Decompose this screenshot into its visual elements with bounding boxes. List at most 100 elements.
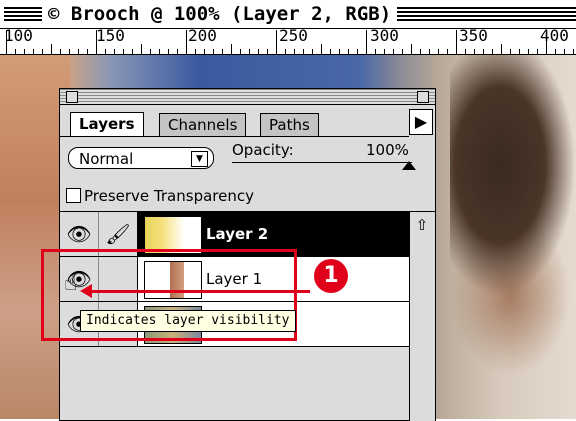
- ruler-tick: [411, 44, 412, 54]
- palette-menu-arrow-icon[interactable]: ▶: [409, 109, 433, 135]
- tab-paths[interactable]: Paths: [260, 113, 319, 136]
- ruler-tick: [159, 49, 160, 54]
- opacity-slider-thumb[interactable]: [402, 161, 416, 170]
- tab-channels[interactable]: Channels: [159, 113, 247, 136]
- ruler-tick: [33, 49, 34, 54]
- opacity-label: Opacity:: [232, 141, 294, 159]
- ruler-tick: [213, 49, 214, 54]
- annotation-arrow-line: [86, 290, 310, 293]
- ruler-tick: [528, 49, 529, 54]
- ruler-label: 250: [279, 29, 308, 45]
- ruler-tick: [294, 49, 295, 54]
- ruler-tick: [555, 49, 556, 54]
- ruler-tick: [132, 49, 133, 54]
- opacity-value: 100%: [366, 141, 409, 159]
- ruler-tick: [384, 49, 385, 54]
- tooltip: Indicates layer visibility: [80, 310, 296, 332]
- ruler-tick: [456, 30, 457, 54]
- ruler-tick: [15, 49, 16, 54]
- scroll-up-arrow-icon[interactable]: ⇧: [412, 216, 432, 234]
- ruler-tick: [483, 49, 484, 54]
- ruler-tick: [321, 44, 322, 54]
- close-box-icon[interactable]: [66, 91, 78, 103]
- ruler-tick: [150, 49, 151, 54]
- ruler-tick: [348, 49, 349, 54]
- ruler-tick: [492, 49, 493, 54]
- zoom-box-icon[interactable]: [417, 91, 429, 103]
- ruler-tick: [177, 49, 178, 54]
- annotation-arrow-head-icon: [80, 284, 92, 298]
- ruler-tick: [447, 49, 448, 54]
- opacity-slider-track[interactable]: [232, 162, 412, 163]
- ruler-label: 150: [96, 29, 125, 45]
- window-title: © Brooch @ 100% (Layer 2, RGB): [42, 1, 398, 27]
- ruler-label: 350: [459, 29, 488, 45]
- ruler-tick: [519, 49, 520, 54]
- ruler-tick: [312, 49, 313, 54]
- ruler-tick: [438, 49, 439, 54]
- ruler-tick: [249, 49, 250, 54]
- ruler-tick: [564, 49, 565, 54]
- ruler-tick: [474, 49, 475, 54]
- ruler-tick: [6, 30, 7, 54]
- ruler-tick: [303, 49, 304, 54]
- ruler-tick: [357, 49, 358, 54]
- ruler-tick: [114, 49, 115, 54]
- layers-scrollbar[interactable]: ⇧: [409, 212, 435, 421]
- pointing-hand-cursor-icon: ☝: [64, 271, 78, 296]
- ruler-tick: [231, 44, 232, 54]
- ruler-tick: [546, 30, 547, 54]
- ruler-tick: [222, 49, 223, 54]
- ruler-tick: [105, 49, 106, 54]
- chevron-down-icon: ▼: [191, 151, 208, 167]
- ruler-tick: [168, 49, 169, 54]
- ruler-tick: [420, 49, 421, 54]
- preserve-transparency-checkbox[interactable]: Preserve Transparency: [66, 187, 254, 205]
- ruler-tick: [402, 49, 403, 54]
- blend-mode-select[interactable]: Normal ▼: [68, 147, 214, 169]
- ruler-tick: [276, 30, 277, 54]
- ruler-tick: [465, 49, 466, 54]
- ruler-label: 400: [540, 29, 569, 45]
- ruler-tick: [51, 44, 52, 54]
- blend-mode-value: Normal: [79, 150, 134, 168]
- ruler-tick: [186, 30, 187, 54]
- ruler-tick: [537, 49, 538, 54]
- ruler-tick: [501, 44, 502, 54]
- ruler-tick: [375, 49, 376, 54]
- ruler-tick: [69, 49, 70, 54]
- ruler-tick: [42, 49, 43, 54]
- tab-divider: [60, 136, 409, 137]
- ruler-tick: [429, 49, 430, 54]
- preserve-transparency-label: Preserve Transparency: [84, 187, 254, 205]
- tab-layers[interactable]: Layers: [70, 112, 144, 137]
- ruler-label: 300: [370, 29, 399, 45]
- ruler-label: 100: [4, 29, 33, 45]
- ruler-tick: [510, 49, 511, 54]
- ruler-tick: [204, 49, 205, 54]
- ruler-tick: [285, 49, 286, 54]
- ruler-tick: [123, 49, 124, 54]
- ruler-tick: [339, 49, 340, 54]
- photo-portrait-right: [450, 55, 576, 419]
- document-title-bar[interactable]: © Brooch @ 100% (Layer 2, RGB): [0, 0, 576, 29]
- ruler-tick: [78, 49, 79, 54]
- palette-title-bar[interactable]: [60, 89, 435, 105]
- ruler-tick: [87, 49, 88, 54]
- step-number-badge: 1: [314, 259, 348, 293]
- horizontal-ruler: 100 150 200 250 300 350 400: [0, 29, 576, 55]
- ruler-tick: [366, 30, 367, 54]
- ruler-tick: [267, 49, 268, 54]
- ruler-tick: [60, 49, 61, 54]
- ruler-tick: [258, 49, 259, 54]
- ruler-tick: [330, 49, 331, 54]
- ruler-tick: [393, 49, 394, 54]
- checkbox-box[interactable]: [66, 188, 81, 203]
- ruler-tick: [573, 49, 574, 54]
- ruler-tick: [24, 49, 25, 54]
- ruler-tick: [240, 49, 241, 54]
- ruler-tick: [141, 44, 142, 54]
- palette-tabs: Layers Channels Paths: [60, 105, 435, 137]
- ruler-label: 200: [188, 29, 217, 45]
- ruler-tick: [96, 30, 97, 54]
